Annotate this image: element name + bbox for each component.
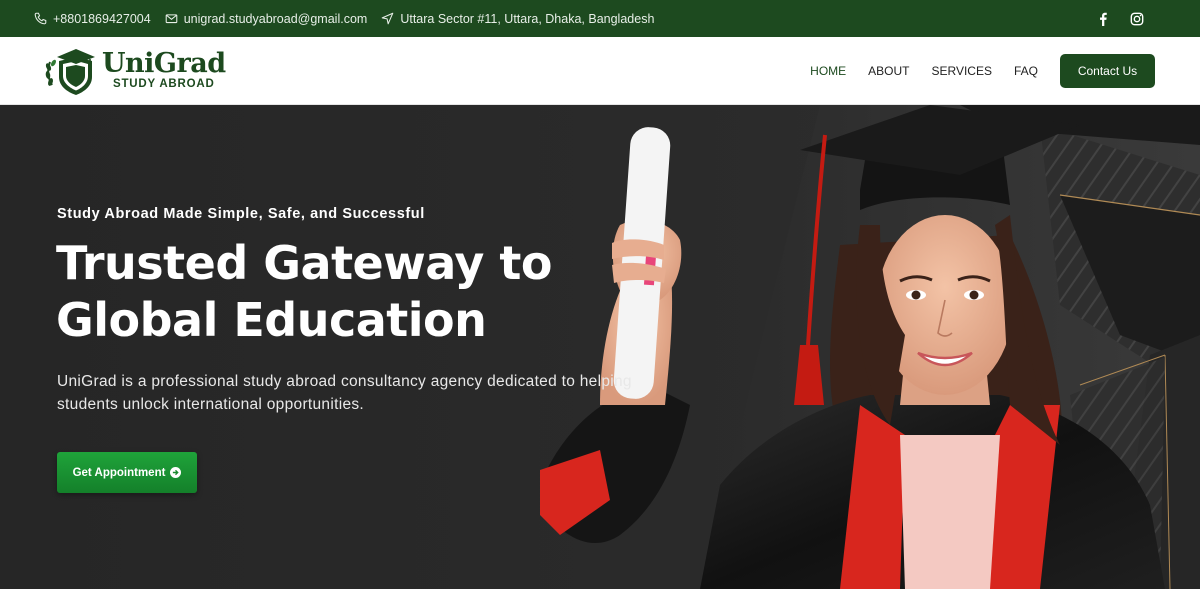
top-contact-bar: +8801869427004 unigrad.studyabroad@gmail…: [0, 0, 1200, 37]
contact-us-button[interactable]: Contact Us: [1060, 53, 1155, 88]
arrow-circle-right-icon: [170, 467, 182, 478]
email-contact[interactable]: unigrad.studyabroad@gmail.com: [165, 11, 368, 26]
address-text: Uttara Sector #11, Uttara, Dhaka, Bangla…: [400, 11, 655, 26]
nav-item-home[interactable]: HOME: [810, 64, 846, 78]
nav-item-about[interactable]: ABOUT: [868, 64, 909, 78]
phone-icon: [34, 12, 47, 25]
email-address: unigrad.studyabroad@gmail.com: [183, 11, 368, 26]
main-nav: HOME ABOUT SERVICES FAQ Contact Us: [810, 53, 1156, 88]
contact-info: +8801869427004 unigrad.studyabroad@gmail…: [34, 12, 654, 26]
facebook-icon[interactable]: [1096, 12, 1110, 26]
phone-contact[interactable]: +8801869427004: [34, 12, 151, 26]
social-links: [1096, 12, 1144, 26]
hero-eyebrow: Study Abroad Made Simple, Safe, and Succ…: [57, 206, 425, 222]
get-appointment-label: Get Appointment: [72, 466, 166, 479]
nav-item-faq[interactable]: FAQ: [1014, 64, 1038, 78]
hero-description: UniGrad is a professional study abroad c…: [57, 373, 632, 413]
hero-title: Trusted Gateway to Global Education: [56, 236, 552, 347]
address-contact: Uttara Sector #11, Uttara, Dhaka, Bangla…: [381, 12, 654, 26]
logo[interactable]: UniGrad STUDY ABROAD: [44, 45, 226, 97]
graduation-shield-logo-icon: [45, 48, 95, 95]
logo-subtitle: STUDY ABROAD: [112, 78, 215, 91]
logo-name: UniGrad: [102, 48, 226, 80]
site-header: UniGrad STUDY ABROAD HOME ABOUT SERVICES…: [0, 37, 1200, 105]
mail-icon: [165, 14, 177, 24]
logo-wordmark: UniGrad STUDY ABROAD: [102, 50, 226, 91]
location-arrow-icon: [382, 12, 394, 25]
instagram-icon[interactable]: [1130, 12, 1144, 26]
phone-number: +8801869427004: [53, 11, 151, 26]
get-appointment-button[interactable]: Get Appointment: [57, 452, 197, 493]
hero-section: Study Abroad Made Simple, Safe, and Succ…: [0, 105, 1200, 589]
nav-item-services[interactable]: SERVICES: [932, 64, 992, 78]
